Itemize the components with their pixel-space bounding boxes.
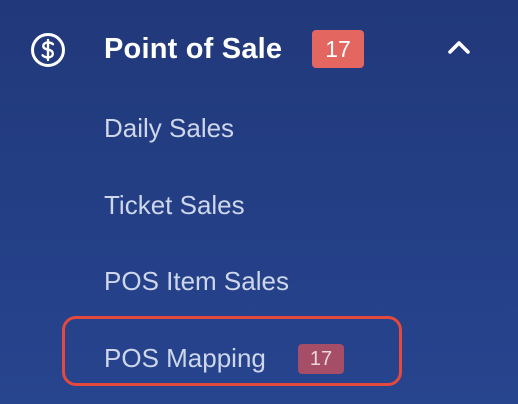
chevron-up-icon[interactable] <box>446 37 472 57</box>
section-count-badge: 17 <box>312 30 364 68</box>
submenu-item-pos-mapping-label: POS Mapping <box>104 343 266 373</box>
section-title: Point of Sale <box>104 33 283 65</box>
pos-mapping-count-badge: 17 <box>298 344 344 374</box>
dollar-circle-icon <box>31 33 65 67</box>
submenu-item-pos-item-sales[interactable]: POS Item Sales <box>104 261 289 301</box>
submenu-item-daily-sales[interactable]: Daily Sales <box>104 108 234 148</box>
section-header-point-of-sale[interactable]: Point of Sale 17 <box>0 16 518 80</box>
submenu-item-ticket-sales[interactable]: Ticket Sales <box>104 185 245 225</box>
sidebar-nav: Point of Sale 17 Daily Sales Ticket Sale… <box>0 0 518 404</box>
